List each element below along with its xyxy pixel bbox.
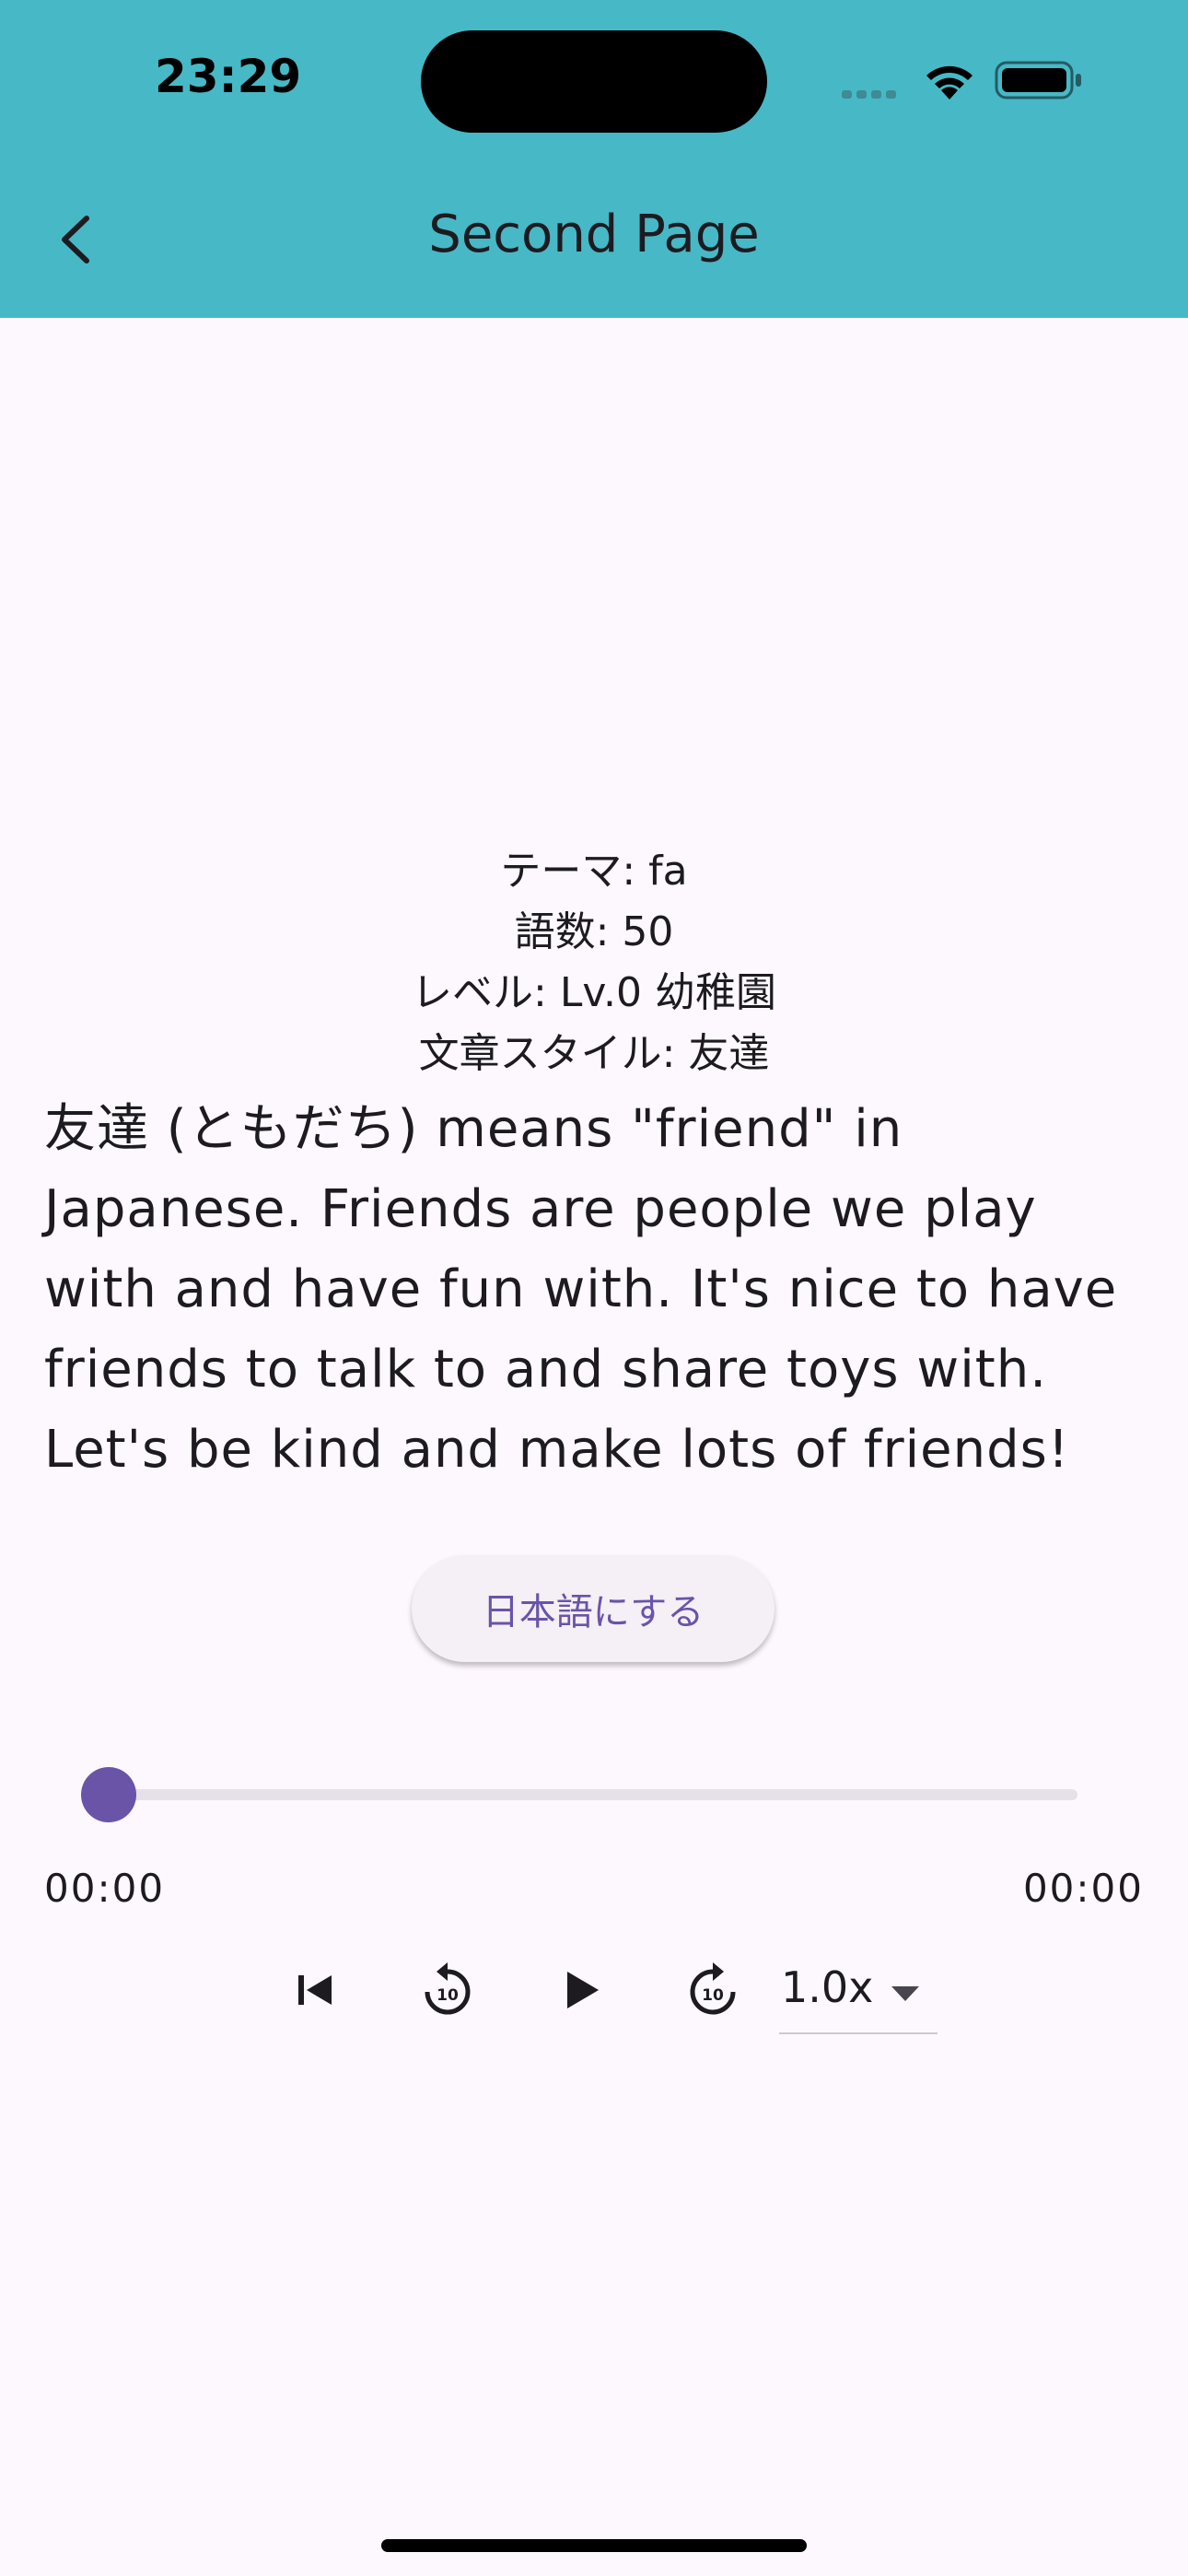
dropdown-caret-icon [891,1986,919,2001]
story-line: 友達 (ともだち) means "friend" in [44,1099,903,1159]
theme-label: テーマ: fa [500,848,688,895]
current-time: 00:00 [44,1866,166,1911]
skip-previous-button[interactable] [278,1953,352,2027]
play-icon [567,1972,599,2008]
svg-text:10: 10 [437,1986,459,2005]
battery-icon [995,61,1081,100]
home-indicator [381,2539,807,2552]
story-text: 友達 (ともだち) means "friend" in Japanese. Fr… [44,1089,1149,1490]
translate-japanese-button[interactable]: 日本語にする [412,1555,775,1662]
story-line: with and have fun with. It's nice to hav… [44,1259,1118,1319]
dynamic-island [421,30,767,133]
wifi-icon [926,65,973,100]
playback-speed-select[interactable]: 1.0x [779,1953,938,2034]
audio-progress-track[interactable] [109,1789,1077,1800]
play-button[interactable] [545,1953,619,2027]
total-duration: 00:00 [1022,1866,1144,1911]
svg-text:10: 10 [702,1986,724,2005]
replay-10-icon: 10 [425,1962,471,2015]
rewind-10-button[interactable]: 10 [411,1953,484,2027]
status-time: 23:29 [155,50,302,103]
audio-progress-thumb[interactable] [81,1767,136,1822]
playback-speed-value: 1.0x [781,1962,874,2012]
cellular-signal-icon [842,85,901,102]
forward-10-icon: 10 [690,1962,736,2015]
level-label: レベル: Lv.0 幼稚園 [412,969,776,1016]
story-line: Let's be kind and make lots of friends! [44,1420,1070,1480]
word-count-label: 語数: 50 [514,908,674,955]
story-line: Japanese. Friends are people we play [44,1179,1037,1239]
forward-10-button[interactable]: 10 [676,1953,750,2027]
style-label: 文章スタイル: 友達 [418,1030,770,1077]
skip-previous-icon [298,1975,332,2005]
page-title: Second Page [428,205,760,264]
app-bar: 23:29 Second Page [0,0,1188,318]
story-line: friends to talk to and share toys with. [44,1340,1047,1399]
